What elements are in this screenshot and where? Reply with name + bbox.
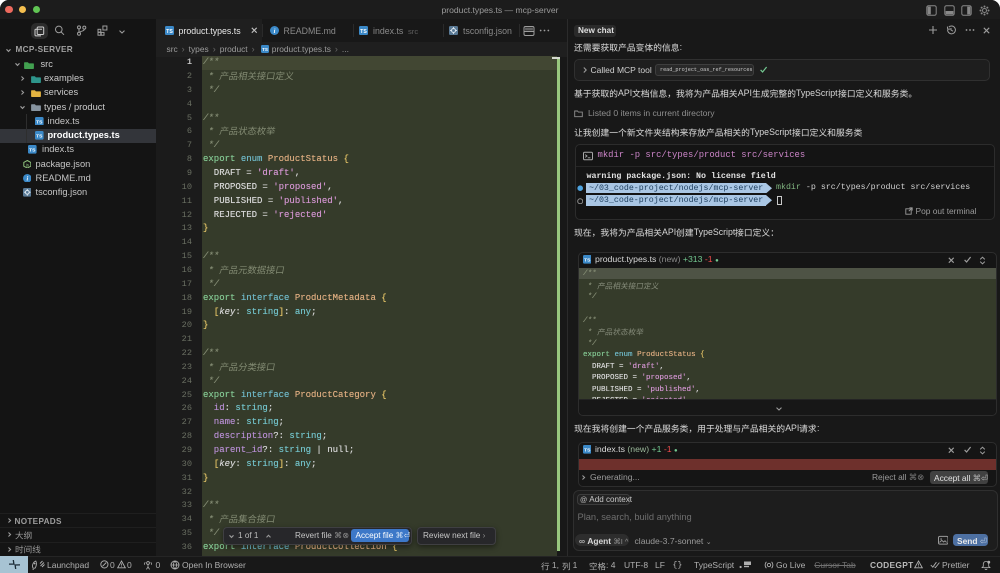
svg-text:TS: TS: [36, 134, 43, 140]
svg-text:TS: TS: [584, 448, 591, 454]
svg-text:i: i: [26, 176, 28, 183]
svg-text:TS: TS: [262, 47, 268, 52]
svg-text:i: i: [273, 28, 275, 35]
svg-text:TS: TS: [36, 120, 43, 126]
svg-text:TS: TS: [166, 29, 173, 35]
svg-text:TS: TS: [29, 148, 36, 154]
svg-text:js: js: [24, 162, 28, 167]
svg-text:TS: TS: [584, 258, 591, 264]
svg-text:TS: TS: [360, 29, 367, 35]
